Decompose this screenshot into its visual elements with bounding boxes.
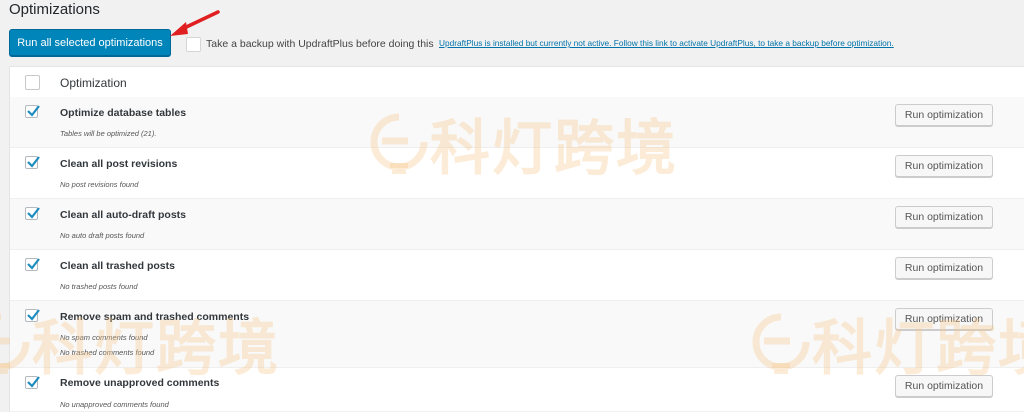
checkmark-icon xyxy=(27,258,40,270)
row-checkbox[interactable] xyxy=(25,207,40,220)
table-row: Optimize database tables Tables will be … xyxy=(10,97,1024,148)
checkmark-icon xyxy=(27,105,40,117)
row-checkbox[interactable] xyxy=(25,156,40,169)
checkmark-icon xyxy=(27,207,40,219)
run-optimization-button[interactable]: Run optimization xyxy=(895,206,993,228)
row-title: Remove unapproved comments xyxy=(60,377,220,389)
row-checkbox[interactable] xyxy=(25,105,40,118)
table-row: Remove spam and trashed comments No spam… xyxy=(10,301,1024,368)
row-title: Clean all trashed posts xyxy=(60,260,175,272)
run-optimization-button[interactable]: Run optimization xyxy=(895,104,993,126)
run-optimization-button[interactable]: Run optimization xyxy=(895,257,993,279)
optimizations-table: Optimization Optimize database tables Ta… xyxy=(9,66,1024,411)
row-checkbox[interactable] xyxy=(25,376,40,389)
checkmark-icon xyxy=(27,309,40,321)
table-row: Remove unapproved comments No unapproved… xyxy=(10,368,1024,412)
backup-label: Take a backup with UpdraftPlus before do… xyxy=(206,38,434,50)
row-description: No post revisions found xyxy=(60,180,139,189)
run-optimization-button[interactable]: Run optimization xyxy=(895,155,993,177)
red-arrow-icon xyxy=(170,10,220,36)
column-header-optimization: Optimization xyxy=(60,76,127,90)
row-description: No spam comments found xyxy=(60,333,148,342)
row-description: Tables will be optimized (21). xyxy=(60,129,157,138)
run-optimization-button[interactable]: Run optimization xyxy=(895,375,993,397)
row-description: No trashed posts found xyxy=(60,282,138,291)
row-title: Remove spam and trashed comments xyxy=(60,311,250,323)
row-checkbox[interactable] xyxy=(25,309,40,322)
table-row: Clean all post revisions No post revisio… xyxy=(10,148,1024,199)
row-title: Optimize database tables xyxy=(60,107,187,119)
run-optimization-button[interactable]: Run optimization xyxy=(895,308,993,330)
table-header: Optimization xyxy=(10,67,1024,98)
run-all-optimizations-button[interactable]: Run all selected optimizations xyxy=(9,29,171,56)
table-row: Clean all auto-draft posts No auto draft… xyxy=(10,199,1024,250)
backup-checkbox[interactable] xyxy=(186,37,201,52)
row-description: No auto draft posts found xyxy=(60,231,145,240)
row-checkbox[interactable] xyxy=(25,258,40,271)
checkmark-icon xyxy=(27,376,40,388)
page-title: Optimizations xyxy=(9,1,100,18)
row-description: No unapproved comments found xyxy=(60,400,169,409)
row-title: Clean all post revisions xyxy=(60,158,178,170)
select-all-checkbox[interactable] xyxy=(25,75,40,90)
row-description: No trashed comments found xyxy=(60,348,155,357)
checkmark-icon xyxy=(27,156,40,168)
row-title: Clean all auto-draft posts xyxy=(60,209,187,221)
activate-updraftplus-link[interactable]: UpdraftPlus is installed but currently n… xyxy=(439,38,894,48)
table-row: Clean all trashed posts No trashed posts… xyxy=(10,250,1024,301)
